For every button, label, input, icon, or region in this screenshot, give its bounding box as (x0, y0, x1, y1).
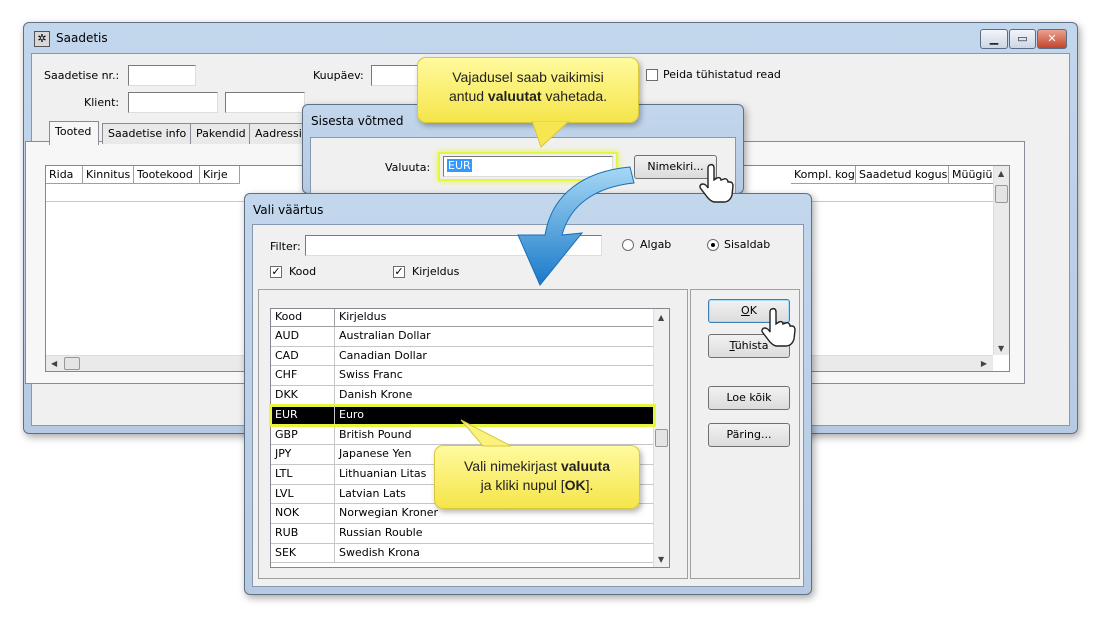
list-item-description: Australian Dollar (339, 329, 431, 342)
peida-label: Peida tühistatud read (663, 68, 781, 81)
tab-tooted[interactable]: Tooted (49, 121, 99, 145)
grid-vertical-scrollbar[interactable]: ▲ ▼ (993, 166, 1009, 355)
saadetise-nr-input[interactable] (128, 65, 196, 86)
list-item[interactable]: SEK Swedish Krona (271, 543, 654, 564)
kirjeldus-checkbox-label: Kirjeldus (412, 265, 460, 278)
list-item[interactable]: CHF Swiss Franc (271, 366, 654, 387)
list-item-description: Swiss Franc (339, 368, 403, 382)
tab-saadetise-info[interactable]: Saadetise info (102, 123, 191, 144)
valuuta-label: Valuuta: (385, 161, 431, 174)
app-icon: ✲ (34, 31, 50, 47)
list-item[interactable]: DKK Danish Krone (271, 386, 654, 406)
kood-checkbox-label: Kood (289, 265, 317, 278)
query-button[interactable]: Päring... (708, 423, 790, 447)
list-item-code: NOK (271, 504, 335, 523)
list-item[interactable]: AUD Australian Dollar (271, 327, 654, 347)
callout-bottom: Vali nimekirjast valuuta ja kliki nupul … (434, 445, 640, 509)
list-scroll-thumb[interactable] (655, 429, 668, 447)
value-dialog-title: Vali väärtus (253, 203, 324, 217)
keys-dialog-title: Sisesta võtmed (311, 114, 404, 128)
kirjeldus-checkbox[interactable]: ✓ (393, 266, 405, 278)
callout-bottom-post2: ]. (585, 477, 594, 493)
kuupaev-input[interactable] (371, 65, 421, 86)
scroll-up-icon[interactable]: ▲ (998, 169, 1004, 178)
list-item-code: SEK (271, 543, 335, 563)
main-window-title: Saadetis (56, 31, 108, 45)
list-item-description: Russian Rouble (339, 526, 423, 539)
tab-aadressid[interactable]: Aadressi (249, 123, 305, 144)
list-item-code: RUB (271, 524, 335, 543)
col-kirjeldus[interactable]: Kirje (200, 166, 240, 184)
hand-pointer-icon (699, 163, 734, 203)
peida-checkbox[interactable] (646, 69, 658, 81)
list-item[interactable]: RUB Russian Rouble (271, 524, 654, 544)
list-col-kood[interactable]: Kood (271, 309, 335, 327)
list-scroll-down-icon[interactable]: ▼ (658, 555, 664, 564)
list-item-code: AUD (271, 327, 335, 346)
callout-top-post: vahetada. (541, 88, 607, 104)
load-all-button[interactable]: Loe kõik (708, 386, 790, 410)
klient-name-input[interactable] (225, 92, 305, 113)
close-button[interactable]: ✕ (1037, 29, 1067, 49)
callout-bottom-line1: Vali nimekirjast valuuta (435, 457, 639, 476)
klient-label: Klient: (84, 96, 120, 109)
saadetise-nr-label: Saadetise nr.: (44, 69, 120, 82)
kuupaev-label: Kuupäev: (313, 69, 364, 82)
callout-bottom-bold1: valuuta (560, 458, 610, 474)
ok-label: K (749, 304, 757, 317)
list-item-code: CHF (271, 366, 335, 386)
callout-top-tail (531, 121, 570, 148)
list-item-code: DKK (271, 386, 335, 405)
list-item-description: Danish Krone (339, 388, 413, 402)
minimize-button[interactable]: ▁ (980, 29, 1008, 49)
callout-bottom-pre1: Vali nimekirjast (463, 458, 561, 474)
blue-arrow-icon (517, 166, 635, 286)
algab-label: Algab (640, 238, 672, 251)
col-tootekood[interactable]: Tootekood (134, 166, 200, 184)
scroll-right-icon[interactable]: ▶ (981, 359, 987, 368)
ok-accelerator: O (741, 304, 750, 317)
scroll-thumb[interactable] (995, 185, 1008, 203)
col-rida[interactable]: Rida (46, 166, 83, 184)
col-kompl-kogus[interactable]: Kompl. kogu (791, 166, 856, 184)
klient-code-input[interactable] (128, 92, 218, 113)
list-vertical-scrollbar[interactable]: ▲ ▼ (653, 309, 669, 567)
hscroll-thumb[interactable] (64, 357, 80, 370)
callout-top: Vajadusel saab vaikimisi antud valuutat … (417, 57, 639, 123)
list-item-code: GBP (271, 425, 335, 445)
list-item-code: JPY (271, 445, 335, 464)
list-item-code: LTL (271, 464, 335, 484)
list-scroll-up-icon[interactable]: ▲ (658, 313, 664, 322)
col-saadetud-kogus[interactable]: Saadetud kogus (856, 166, 949, 184)
hand-pointer-ok-icon (761, 307, 796, 347)
maximize-button[interactable]: ▭ (1009, 29, 1036, 49)
col-kinnitus[interactable]: Kinnitus (83, 166, 134, 184)
list-item-description: Swedish Krona (339, 545, 420, 559)
list-item-code: EUR (271, 405, 335, 425)
filter-label: Filter: (270, 240, 301, 253)
callout-top-bold: valuutat (487, 88, 542, 104)
kood-checkbox[interactable]: ✓ (270, 266, 282, 278)
list-item-code: CAD (271, 346, 335, 366)
callout-top-line1: Vajadusel saab vaikimisi (452, 69, 604, 85)
list-item-code: LVL (271, 484, 335, 504)
callout-bottom-bold2: OK (564, 477, 586, 493)
callout-bottom-pre2: ja kliki nupul [ (480, 477, 565, 493)
list-col-kirjeldus[interactable]: Kirjeldus (335, 309, 654, 327)
callout-bottom-line2: ja kliki nupul [OK]. (435, 476, 639, 495)
callout-top-line2: antud valuutat vahetada. (418, 87, 638, 106)
list-item-description: Canadian Dollar (339, 348, 427, 362)
callout-top-pre: antud (448, 88, 488, 104)
sisaldab-label: Sisaldab (724, 238, 771, 251)
callout-bottom-tail (460, 419, 512, 447)
tab-pakendid[interactable]: Pakendid (190, 123, 250, 144)
sisaldab-radio[interactable] (707, 239, 719, 251)
scroll-down-icon[interactable]: ▼ (998, 344, 1004, 353)
scroll-left-icon[interactable]: ◀ (51, 359, 57, 368)
list-item[interactable]: CAD Canadian Dollar (271, 346, 654, 367)
main-titlebar[interactable]: ✲ Saadetis ▁ ▭ ✕ (24, 23, 1077, 53)
